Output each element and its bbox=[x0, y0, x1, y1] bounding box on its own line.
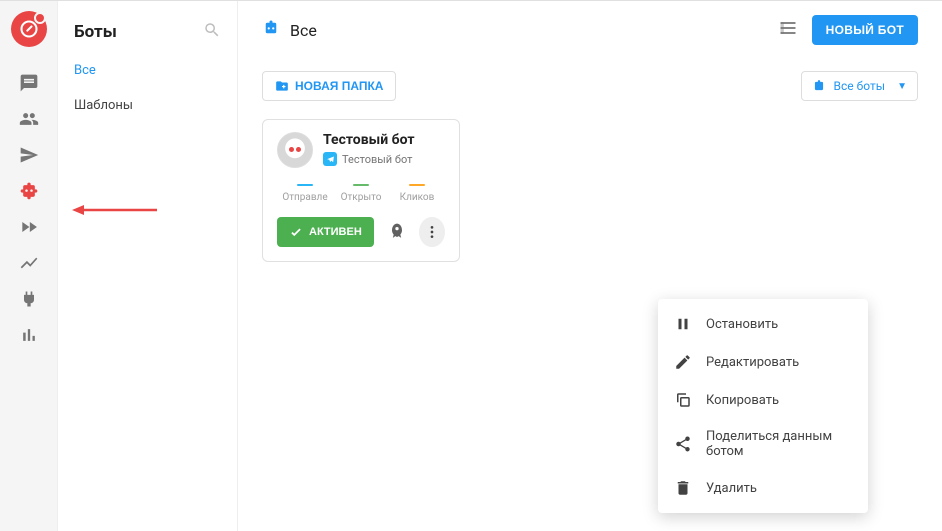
nav-fastforward-icon[interactable] bbox=[0, 209, 58, 245]
menu-item-delete[interactable]: Удалить bbox=[658, 469, 868, 507]
context-menu: Остановить Редактировать Копировать Поде… bbox=[658, 299, 868, 513]
active-status-button[interactable]: АКТИВЕН bbox=[277, 217, 374, 247]
nav-analytics-icon[interactable] bbox=[0, 245, 58, 281]
more-vert-icon bbox=[424, 224, 440, 240]
robot-icon bbox=[812, 79, 826, 93]
filter-label: Все боты bbox=[834, 79, 886, 93]
share-icon bbox=[674, 435, 692, 453]
nav-messages-icon[interactable] bbox=[0, 65, 58, 101]
caret-down-icon: ▼ bbox=[897, 81, 907, 92]
nav-bot-icon[interactable] bbox=[0, 173, 58, 209]
sidebar-item-templates[interactable]: Шаблоны bbox=[58, 88, 237, 123]
list-view-icon[interactable] bbox=[778, 18, 798, 42]
nav-plugin-icon[interactable] bbox=[0, 281, 58, 317]
stat-opened: Открыто bbox=[333, 184, 389, 203]
app-logo[interactable] bbox=[11, 11, 47, 47]
bot-avatar bbox=[277, 132, 313, 168]
menu-item-stop[interactable]: Остановить bbox=[658, 305, 868, 343]
bot-card[interactable]: Тестовый бот Тестовый бот Отправле Откры… bbox=[262, 119, 460, 262]
menu-item-edit[interactable]: Редактировать bbox=[658, 343, 868, 381]
telegram-icon bbox=[323, 152, 337, 166]
bot-card-title: Тестовый бот bbox=[323, 132, 414, 148]
bot-card-subtitle: Тестовый бот bbox=[342, 153, 412, 166]
page-title: Все bbox=[290, 21, 317, 40]
nav-stats-icon[interactable] bbox=[0, 317, 58, 353]
more-button[interactable] bbox=[419, 217, 445, 247]
filter-dropdown[interactable]: Все боты ▼ bbox=[801, 71, 918, 101]
copy-icon bbox=[674, 391, 692, 409]
menu-item-copy[interactable]: Копировать bbox=[658, 381, 868, 419]
robot-icon bbox=[262, 19, 280, 41]
new-folder-button[interactable]: НОВАЯ ПАПКА bbox=[262, 71, 396, 101]
check-icon bbox=[289, 225, 303, 239]
main-content: Все НОВЫЙ БОТ НОВАЯ ПАПКА Все боты ▼ bbox=[238, 1, 942, 531]
new-folder-label: НОВАЯ ПАПКА bbox=[295, 79, 383, 93]
new-bot-button[interactable]: НОВЫЙ БОТ bbox=[812, 15, 918, 45]
sidebar-title: Боты bbox=[74, 22, 117, 42]
folder-plus-icon bbox=[275, 79, 289, 93]
rocket-button[interactable] bbox=[384, 217, 410, 247]
sidebar: Боты Все Шаблоны bbox=[58, 1, 238, 531]
nav-send-icon[interactable] bbox=[0, 137, 58, 173]
stat-sent: Отправле bbox=[277, 184, 333, 203]
rocket-icon bbox=[387, 222, 407, 242]
sidebar-item-all[interactable]: Все bbox=[58, 53, 237, 88]
trash-icon bbox=[674, 479, 692, 497]
nav-people-icon[interactable] bbox=[0, 101, 58, 137]
pause-icon bbox=[674, 315, 692, 333]
stat-clicks: Кликов bbox=[389, 184, 445, 203]
menu-item-share[interactable]: Поделиться данным ботом bbox=[658, 419, 868, 469]
nav-rail bbox=[0, 1, 58, 531]
search-icon[interactable] bbox=[203, 21, 221, 43]
edit-icon bbox=[674, 353, 692, 371]
